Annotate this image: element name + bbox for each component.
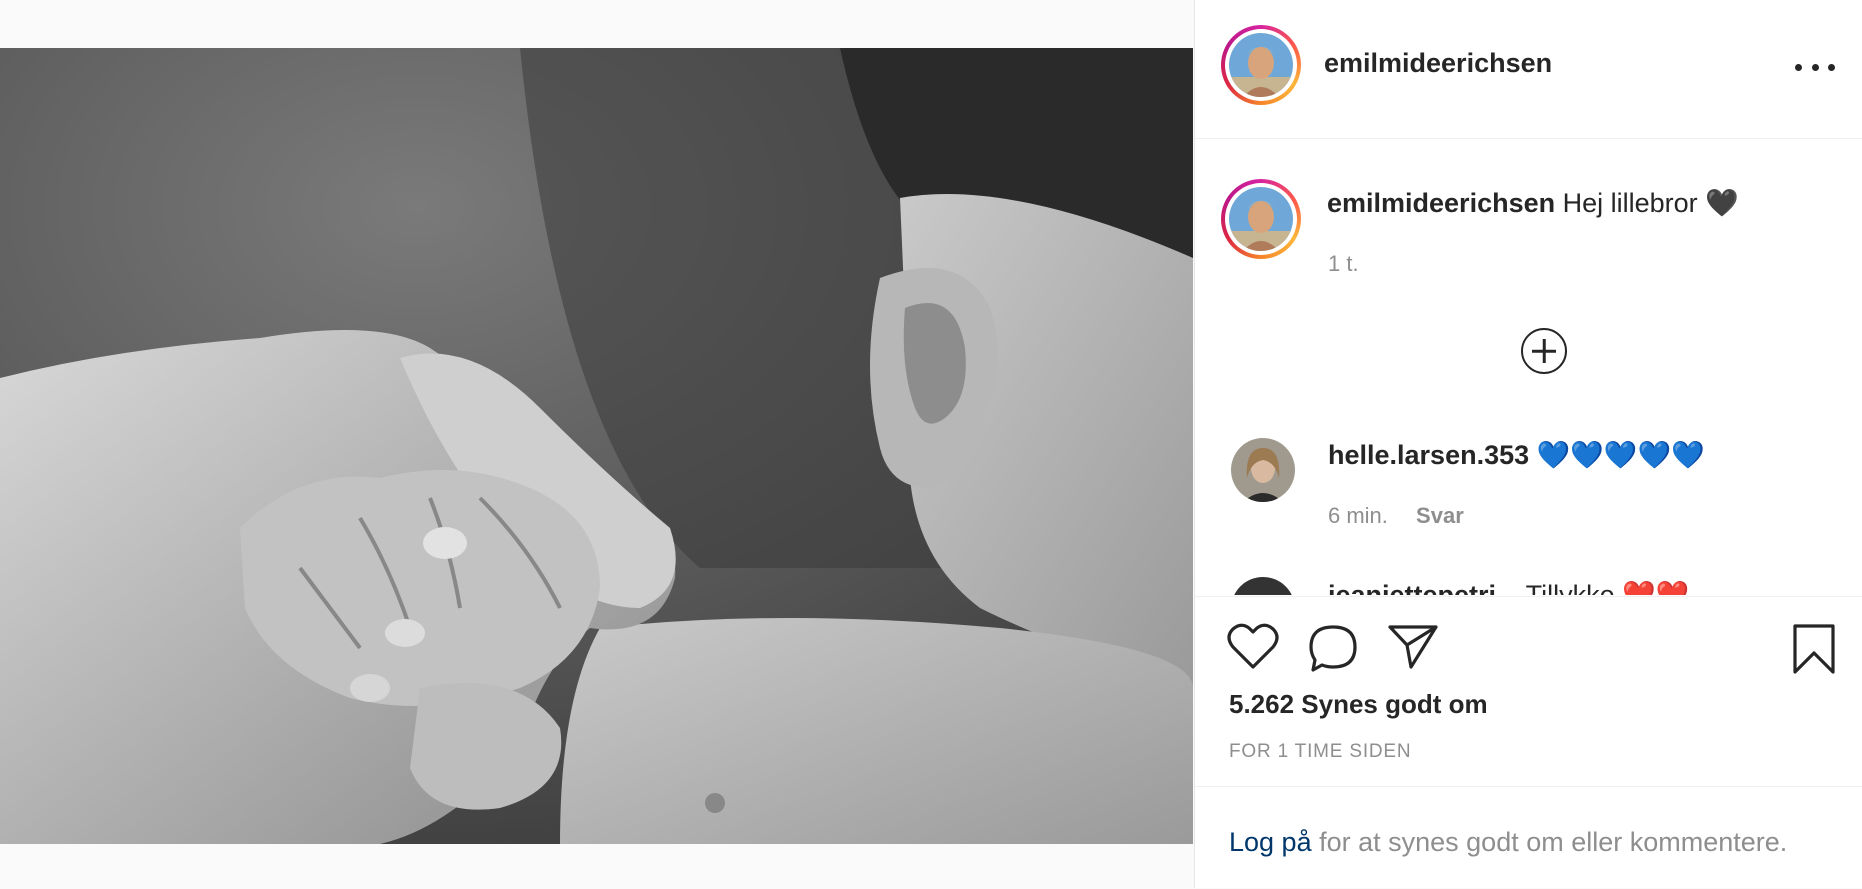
- plus-circle-icon[interactable]: [1521, 328, 1567, 374]
- commenter-username[interactable]: jeanjettepetri...: [1328, 580, 1519, 595]
- caption-time[interactable]: 1 t.: [1328, 251, 1359, 277]
- avatar-photo: [1231, 438, 1295, 502]
- avatar-photo: [1229, 187, 1293, 251]
- login-prompt: Log på for at synes godt om eller kommen…: [1229, 827, 1787, 858]
- commenter-avatar[interactable]: [1231, 438, 1295, 502]
- speech-bubble-icon[interactable]: [1307, 623, 1359, 675]
- post-actions: 5.262 Synes godt om FOR 1 TIME SIDEN: [1195, 596, 1862, 787]
- author-username[interactable]: emilmideerichsen: [1324, 48, 1552, 79]
- comment-meta: 6 min. Svar: [1328, 503, 1464, 529]
- comment-body: Tillykke ❤️❤️: [1525, 580, 1690, 595]
- caption-avatar[interactable]: [1221, 179, 1301, 259]
- post-side-panel: emilmideerichsen emilmideerichsen Hej li…: [1194, 0, 1862, 888]
- likes-count[interactable]: 5.262 Synes godt om: [1229, 689, 1488, 720]
- login-bar: Log på for at synes godt om eller kommen…: [1195, 786, 1862, 889]
- post-timestamp[interactable]: FOR 1 TIME SIDEN: [1229, 741, 1411, 763]
- post-photo-image: [0, 48, 1193, 844]
- paper-plane-icon[interactable]: [1387, 623, 1439, 671]
- comment-text: helle.larsen.353 💙💙💙💙💙: [1328, 439, 1705, 471]
- bookmark-icon[interactable]: [1791, 623, 1837, 675]
- commenter-username[interactable]: helle.larsen.353: [1328, 440, 1529, 470]
- caption-username[interactable]: emilmideerichsen: [1327, 188, 1555, 218]
- login-prompt-rest: for at synes godt om eller kommentere.: [1311, 827, 1788, 857]
- reply-button[interactable]: Svar: [1416, 503, 1464, 528]
- heart-icon[interactable]: [1227, 623, 1279, 671]
- comment-time[interactable]: 6 min.: [1328, 503, 1388, 528]
- post-photo[interactable]: [0, 48, 1193, 844]
- comment-body: 💙💙💙💙💙: [1536, 440, 1705, 470]
- comments-list[interactable]: emilmideerichsen Hej lillebror 🖤 1 t. he…: [1195, 139, 1862, 595]
- avatar-photo: [1229, 33, 1293, 97]
- caption-text: emilmideerichsen Hej lillebror 🖤: [1327, 187, 1739, 219]
- post-header: emilmideerichsen: [1195, 0, 1862, 139]
- comment-text: jeanjettepetri... Tillykke ❤️❤️: [1328, 579, 1689, 595]
- commenter-avatar[interactable]: [1231, 577, 1295, 595]
- caption-body: Hej lillebror: [1562, 188, 1698, 218]
- login-link[interactable]: Log på: [1229, 827, 1312, 857]
- black-heart-emoji: 🖤: [1705, 188, 1739, 218]
- more-dots-icon[interactable]: [1795, 52, 1835, 82]
- author-avatar[interactable]: [1221, 25, 1301, 105]
